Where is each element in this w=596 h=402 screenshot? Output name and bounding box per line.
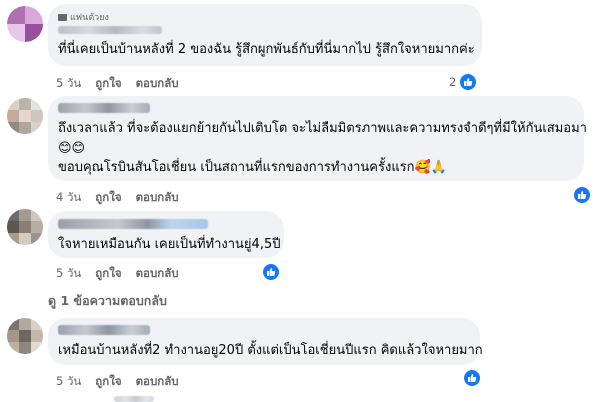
- like-button[interactable]: ถูกใจ: [95, 189, 121, 207]
- next-comment-preview: [114, 396, 154, 402]
- comment-time[interactable]: 5 วัน: [56, 265, 81, 283]
- comment-text: ถึงเวลาแล้ว ที่จะต้องแยกย้ายกันไปเติบโต …: [58, 121, 587, 136]
- comment-text: เหมือนบ้านหลังที่2 ทำงานอยู20ปี ตั้งแต่เ…: [58, 343, 483, 358]
- reply-button[interactable]: ตอบกลับ: [136, 265, 179, 283]
- comment-time[interactable]: 5 วัน: [56, 373, 81, 391]
- reply-button[interactable]: ตอบกลับ: [136, 189, 179, 207]
- comment-text: ที่นี่เคยเป็นบ้านหลังที่ 2 ของฉัน รู้สึก…: [58, 42, 475, 57]
- avatar[interactable]: [7, 318, 43, 354]
- avatar[interactable]: [7, 6, 43, 42]
- comment-text: ขอบคุณโรบินสันโอเชี่ยน เป็นสถานที่แรกของ…: [58, 160, 447, 175]
- commenter-name[interactable]: [58, 325, 150, 335]
- thumbs-up-icon[interactable]: [462, 368, 482, 388]
- thumbs-up-icon[interactable]: [572, 185, 592, 205]
- like-button[interactable]: ถูกใจ: [95, 75, 121, 93]
- reaction-count[interactable]: 2: [449, 75, 456, 89]
- reply-button[interactable]: ตอบกลับ: [136, 75, 179, 93]
- comment-time[interactable]: 5 วัน: [56, 75, 81, 93]
- commenter-name[interactable]: [58, 219, 208, 229]
- comment-actions: 4 วัน ถูกใจ ตอบกลับ: [56, 189, 179, 207]
- like-button[interactable]: ถูกใจ: [95, 373, 121, 391]
- thumbs-up-icon[interactable]: [458, 72, 478, 92]
- view-replies-link[interactable]: ดู 1 ข้อความตอบกลับ: [48, 291, 167, 311]
- avatar[interactable]: [7, 98, 43, 134]
- comment-emoji: 😊😊: [58, 141, 86, 156]
- thumbs-up-icon[interactable]: [261, 262, 281, 282]
- badge-icon: [58, 13, 67, 21]
- comment-time[interactable]: 4 วัน: [56, 189, 81, 207]
- like-button[interactable]: ถูกใจ: [95, 265, 121, 283]
- comment-actions: 5 วัน ถูกใจ ตอบกลับ: [56, 373, 179, 391]
- comment-actions: 5 วัน ถูกใจ ตอบกลับ: [56, 265, 179, 283]
- commenter-name[interactable]: [58, 103, 150, 113]
- comment-actions: 5 วัน ถูกใจ ตอบกลับ: [56, 75, 179, 93]
- avatar[interactable]: [7, 209, 43, 245]
- badge-label: แฟนตัวยง: [70, 13, 109, 23]
- reply-button[interactable]: ตอบกลับ: [136, 373, 179, 391]
- commenter-name[interactable]: [58, 26, 162, 34]
- top-fan-badge: แฟนตัวยง: [58, 10, 109, 24]
- comment-text: ใจหายเหมือนกัน เคยเป็นที่ทำงานยู่4,5ปี: [58, 237, 281, 252]
